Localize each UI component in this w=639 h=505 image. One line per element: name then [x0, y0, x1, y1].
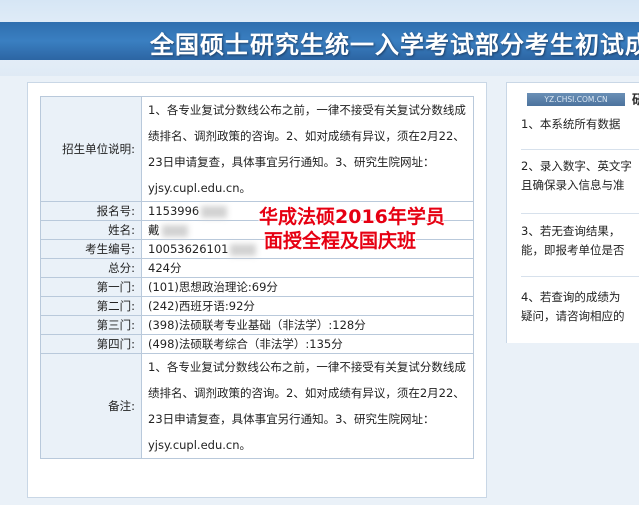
- sidebar-note-2: 2、录入数字、英文字 且确保录入信息与准: [521, 157, 639, 195]
- sidebar-note-line: 3、若无查询结果，: [521, 224, 621, 238]
- sidebar-header: YZ.CHSI.COM.CN 研: [517, 89, 639, 111]
- row-label: 第三门:: [40, 315, 142, 335]
- score-panel: 招生单位说明: 1、各专业复试分数线公布之前，一律不接受有关复试分数线成绩排名、…: [27, 82, 487, 498]
- sidebar-note-3: 3、若无查询结果， 能，即报考单位是否: [521, 222, 639, 260]
- table-row-total: 总分: 424分: [40, 258, 474, 278]
- row-value: 424分: [141, 258, 474, 278]
- page-banner: 全国硕士研究生统一入学考试部分考生初试成: [0, 0, 639, 76]
- table-row-unit-notes: 招生单位说明: 1、各专业复试分数线公布之前，一律不接受有关复试分数线成绩排名、…: [40, 96, 474, 202]
- sidebar-divider: [521, 276, 639, 277]
- redaction-blur: [201, 205, 228, 218]
- sidebar-note-line: 2、录入数字、英文字: [521, 159, 632, 173]
- redaction-blur: [161, 224, 188, 237]
- row-value: 10053626101: [148, 242, 229, 256]
- row-label: 报名号:: [40, 201, 142, 221]
- score-table: 招生单位说明: 1、各专业复试分数线公布之前，一律不接受有关复试分数线成绩排名、…: [40, 96, 474, 459]
- row-label: 第一门:: [40, 277, 142, 297]
- row-value: 戴: [148, 223, 160, 237]
- redaction-blur: [230, 243, 257, 256]
- sidebar-note-line: 且确保录入信息与准: [521, 178, 625, 192]
- row-value: (101)思想政治理论:69分: [141, 277, 474, 297]
- sidebar-divider: [521, 213, 639, 214]
- sidebar-note-line: 疑问，请咨询相应的: [521, 309, 625, 323]
- row-value: (398)法硕联考专业基础（非法学）:128分: [141, 315, 474, 335]
- row-value: 1、各专业复试分数线公布之前，一律不接受有关复试分数线成绩排名、调剂政策的咨询。…: [141, 353, 474, 459]
- row-value: 1153996: [148, 204, 200, 218]
- sidebar-note-1: 1、本系统所有数据: [521, 115, 639, 134]
- row-label: 姓名:: [40, 220, 142, 240]
- sidebar-title: 研: [632, 93, 639, 108]
- row-label: 考生编号:: [40, 239, 142, 259]
- sidebar-divider: [521, 149, 639, 150]
- page-title: 全国硕士研究生统一入学考试部分考生初试成: [150, 31, 639, 59]
- row-label: 第二门:: [40, 296, 142, 316]
- promo-overlay-line-2: 面授全程及国庆班: [264, 230, 417, 252]
- sidebar-note-line: 能，即报考单位是否: [521, 243, 625, 257]
- row-label: 总分:: [40, 258, 142, 278]
- table-row-subject-4: 第四门: (498)法硕联考综合（非法学）:135分: [40, 334, 474, 354]
- row-label: 招生单位说明:: [40, 96, 142, 202]
- table-row-subject-1: 第一门: (101)思想政治理论:69分: [40, 277, 474, 297]
- sidebar-note-4: 4、若查询的成绩为 疑问，请咨询相应的: [521, 288, 639, 326]
- sidebar-panel: YZ.CHSI.COM.CN 研 1、本系统所有数据 2、录入数字、英文字 且确…: [506, 82, 639, 343]
- sidebar-note-line: 1、本系统所有数据: [521, 117, 621, 131]
- site-tag: YZ.CHSI.COM.CN: [527, 93, 625, 106]
- row-label: 备注:: [40, 353, 142, 459]
- table-row-subject-2: 第二门: (242)西班牙语:92分: [40, 296, 474, 316]
- promo-overlay-line-1: 华成法硕2016年学员: [259, 206, 445, 228]
- table-row-subject-3: 第三门: (398)法硕联考专业基础（非法学）:128分: [40, 315, 474, 335]
- row-label: 第四门:: [40, 334, 142, 354]
- table-row-remarks: 备注: 1、各专业复试分数线公布之前，一律不接受有关复试分数线成绩排名、调剂政策…: [40, 353, 474, 459]
- row-value: (242)西班牙语:92分: [141, 296, 474, 316]
- row-value: 1、各专业复试分数线公布之前，一律不接受有关复试分数线成绩排名、调剂政策的咨询。…: [141, 96, 474, 202]
- row-value: (498)法硕联考综合（非法学）:135分: [141, 334, 474, 354]
- sidebar-note-line: 4、若查询的成绩为: [521, 290, 621, 304]
